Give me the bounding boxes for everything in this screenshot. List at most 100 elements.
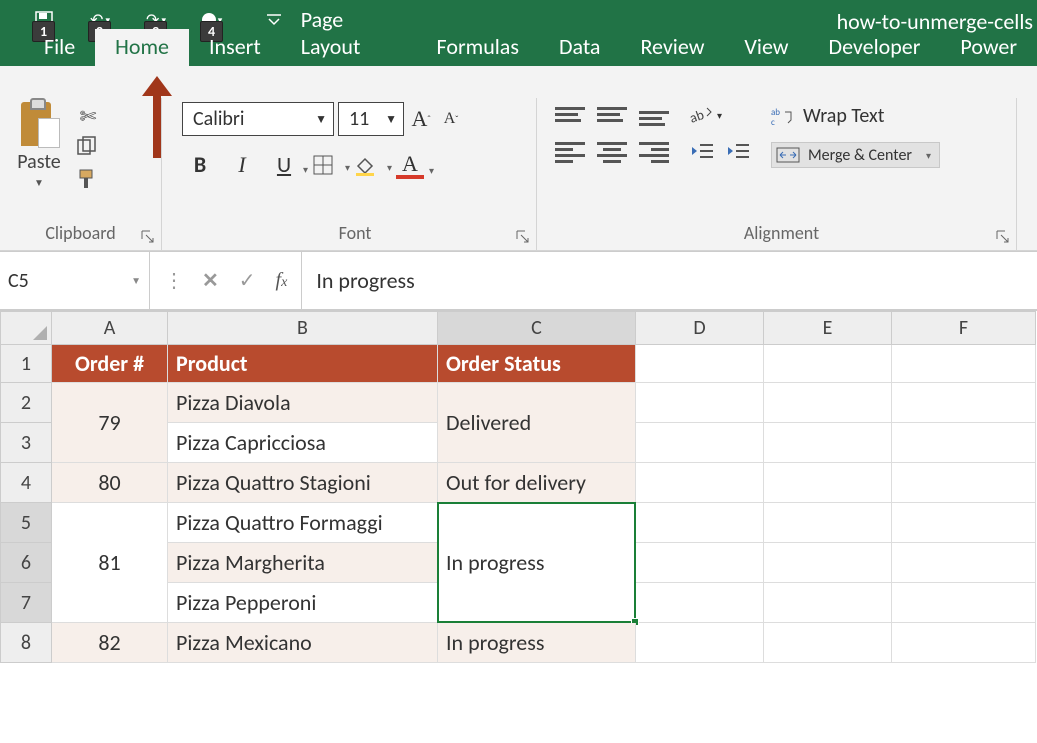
tab-developer[interactable]: Developer	[809, 29, 941, 66]
borders-button[interactable]	[312, 154, 340, 176]
paste-button[interactable]: Paste ▼	[8, 102, 70, 189]
row-header[interactable]: 3	[0, 423, 52, 463]
dialog-launcher-icon[interactable]	[996, 230, 1010, 244]
cell[interactable]	[764, 543, 892, 583]
chevron-down-icon[interactable]: ▼	[131, 274, 141, 287]
align-middle-button[interactable]	[597, 102, 627, 126]
tab-review[interactable]: Review	[620, 29, 724, 66]
cell[interactable]	[636, 383, 764, 423]
chevron-down-icon[interactable]: ▼	[385, 112, 397, 127]
font-size-combo[interactable]: 11 ▼	[338, 102, 404, 136]
chevron-down-icon[interactable]: ▾	[926, 149, 931, 162]
cell[interactable]: In progress	[438, 623, 636, 663]
cell[interactable]	[892, 583, 1036, 623]
align-center-button[interactable]	[597, 140, 627, 164]
row-header[interactable]: 8	[0, 623, 52, 663]
cell[interactable]	[892, 463, 1036, 503]
cell[interactable]	[764, 623, 892, 663]
cell[interactable]	[636, 543, 764, 583]
tab-insert[interactable]: Insert	[189, 29, 281, 66]
row-header[interactable]: 6	[0, 543, 52, 583]
cell[interactable]: Order Status	[438, 345, 636, 383]
tab-home[interactable]: Home	[95, 29, 189, 66]
enter-button[interactable]: ✓	[239, 268, 256, 293]
tab-view[interactable]: View	[724, 29, 808, 66]
cell[interactable]: Pizza Quattro Stagioni	[168, 463, 438, 503]
cell[interactable]: Pizza Capricciosa	[168, 423, 438, 463]
fill-color-button[interactable]	[354, 154, 382, 176]
tab-file[interactable]: File	[24, 29, 95, 66]
cell[interactable]	[764, 463, 892, 503]
cell[interactable]: Pizza Margherita	[168, 543, 438, 583]
worksheet-grid[interactable]: A B C D E F 1 Order # Product Order Stat…	[0, 311, 1037, 663]
select-all-corner[interactable]	[0, 311, 52, 345]
cell-merged[interactable]: 79	[52, 383, 168, 463]
name-box[interactable]: C5 ▼	[0, 251, 150, 310]
cell-merged[interactable]: 81	[52, 503, 168, 623]
align-bottom-button[interactable]	[639, 102, 669, 126]
cell[interactable]	[892, 345, 1036, 383]
tab-power[interactable]: Power	[940, 29, 1037, 66]
row-header[interactable]: 4	[0, 463, 52, 503]
cell[interactable]: Out for delivery	[438, 463, 636, 503]
orientation-button[interactable]: ab ▾	[689, 104, 751, 126]
font-family-combo[interactable]: Calibri ▼	[182, 102, 334, 136]
increase-font-size-button[interactable]: Aˆ	[408, 106, 434, 132]
tab-data[interactable]: Data	[539, 29, 621, 66]
dialog-launcher-icon[interactable]	[516, 230, 530, 244]
cell[interactable]	[764, 383, 892, 423]
cell[interactable]	[892, 503, 1036, 543]
cell[interactable]: Pizza Diavola	[168, 383, 438, 423]
decrease-font-size-button[interactable]: Aˇ	[438, 106, 464, 132]
bold-button[interactable]: B	[186, 151, 214, 178]
cell[interactable]	[636, 463, 764, 503]
row-header[interactable]: 7	[0, 583, 52, 623]
merge-center-button[interactable]: Merge & Center ▾	[771, 142, 940, 168]
cell[interactable]: 82	[52, 623, 168, 663]
cell[interactable]: Pizza Pepperoni	[168, 583, 438, 623]
column-header[interactable]: F	[892, 311, 1036, 345]
cell[interactable]	[764, 345, 892, 383]
underline-button[interactable]: U	[270, 151, 298, 178]
cell-merged-selected[interactable]: In progress	[438, 503, 636, 623]
wrap-text-button[interactable]: abc Wrap Text	[771, 104, 940, 128]
cell[interactable]: Order #	[52, 345, 168, 383]
format-painter-button[interactable]	[76, 168, 100, 190]
chevron-down-icon[interactable]: ▼	[34, 176, 44, 189]
cell[interactable]	[764, 583, 892, 623]
cell-merged[interactable]: Delivered	[438, 383, 636, 463]
decrease-indent-button[interactable]	[689, 140, 715, 162]
column-header[interactable]: A	[52, 311, 168, 345]
cell[interactable]	[892, 423, 1036, 463]
column-header[interactable]: C	[438, 311, 636, 345]
row-header[interactable]: 1	[0, 345, 52, 383]
cell[interactable]	[636, 345, 764, 383]
italic-button[interactable]: I	[228, 152, 256, 178]
dialog-launcher-icon[interactable]	[141, 230, 155, 244]
align-right-button[interactable]	[639, 140, 669, 164]
column-header[interactable]: E	[764, 311, 892, 345]
tab-page-layout[interactable]: Page Layout	[281, 2, 417, 66]
cell[interactable]: Product	[168, 345, 438, 383]
increase-indent-button[interactable]	[725, 140, 751, 162]
cell[interactable]	[892, 543, 1036, 583]
cell[interactable]	[892, 623, 1036, 663]
column-header[interactable]: D	[636, 311, 764, 345]
tab-formulas[interactable]: Formulas	[417, 29, 539, 66]
cell[interactable]	[636, 623, 764, 663]
row-header[interactable]: 5	[0, 503, 52, 543]
font-color-button[interactable]: A	[396, 150, 424, 179]
align-left-button[interactable]	[555, 140, 585, 164]
copy-button[interactable]	[76, 136, 100, 158]
cut-button[interactable]: ✄	[76, 104, 100, 126]
chevron-down-icon[interactable]: ▼	[315, 112, 327, 127]
cell[interactable]	[764, 423, 892, 463]
formula-input[interactable]: In progress	[302, 251, 1037, 310]
chevron-down-icon[interactable]: ▾	[717, 109, 722, 122]
align-top-button[interactable]	[555, 102, 585, 126]
cell[interactable]: 80	[52, 463, 168, 503]
cell[interactable]	[636, 423, 764, 463]
cancel-button[interactable]: ✕	[202, 268, 219, 293]
cell[interactable]	[636, 503, 764, 543]
cell[interactable]	[764, 503, 892, 543]
